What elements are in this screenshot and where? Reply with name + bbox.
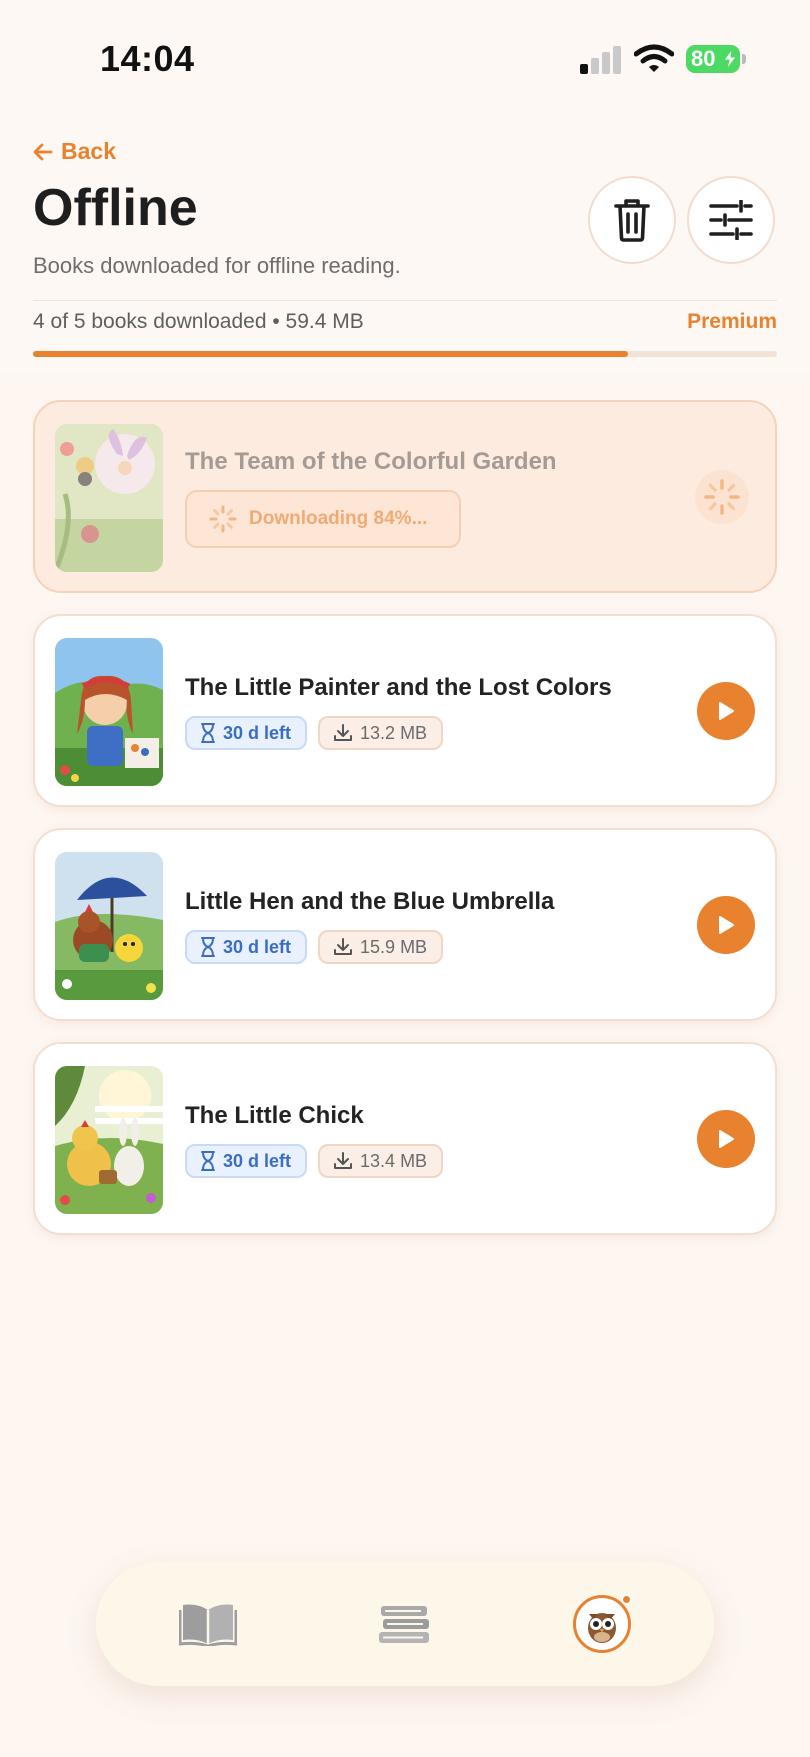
play-icon <box>719 1130 734 1148</box>
plan-badge[interactable]: Premium <box>687 310 777 334</box>
storage-progress-fill <box>33 351 629 357</box>
download-status-text: Downloading 84%... <box>249 508 428 529</box>
back-label: Back <box>61 138 116 164</box>
expiry-tag: 30 d left <box>185 1144 308 1178</box>
book-cover <box>55 852 163 1000</box>
play-button[interactable] <box>697 682 755 740</box>
size-tag: 13.4 MB <box>318 1144 444 1178</box>
storage-summary: 4 of 5 books downloaded • 59.4 MB <box>33 310 364 333</box>
book-cover <box>55 1066 163 1214</box>
book-open-icon <box>179 1604 237 1646</box>
back-button[interactable]: Back <box>33 138 116 165</box>
book-cover <box>55 424 163 572</box>
book-card[interactable]: The Little Painter and the Lost Colors 3… <box>33 614 777 807</box>
download-icon <box>334 938 353 955</box>
status-time: 14:04 <box>100 38 195 79</box>
expiry-tag: 30 d left <box>185 930 308 964</box>
arrow-left-icon <box>33 143 53 160</box>
play-icon <box>719 702 734 720</box>
book-tags: 30 d left 13.4 MB <box>185 1144 444 1178</box>
header-divider <box>33 300 777 301</box>
book-title: The Little Chick <box>185 1102 364 1129</box>
download-icon <box>334 1152 353 1169</box>
size-tag: 15.9 MB <box>318 930 444 964</box>
hourglass-icon <box>201 723 215 743</box>
battery-indicator: 80 <box>686 45 746 73</box>
page-title: Offline <box>33 179 198 237</box>
play-icon <box>719 916 734 934</box>
sliders-icon <box>709 200 753 240</box>
download-status-chip: Downloading 84%... <box>185 490 461 548</box>
charging-bolt-icon <box>723 49 737 69</box>
play-button[interactable] <box>697 896 755 954</box>
trash-icon <box>614 199 650 242</box>
notification-dot <box>621 1594 632 1605</box>
wifi-icon <box>634 44 674 72</box>
book-tags: 30 d left 13.2 MB <box>185 716 444 750</box>
hourglass-icon <box>201 1151 215 1171</box>
size-text: 13.2 MB <box>360 722 428 743</box>
book-title: Little Hen and the Blue Umbrella <box>185 888 555 915</box>
page-subtitle: Books downloaded for offline reading. <box>33 253 401 278</box>
status-bar: 14:04 80 <box>0 0 810 110</box>
expiry-text: 30 d left <box>223 722 292 743</box>
nav-read[interactable] <box>174 1590 242 1658</box>
expiry-text: 30 d left <box>223 936 292 957</box>
play-button[interactable] <box>697 1110 755 1168</box>
book-title: The Little Painter and the Lost Colors <box>185 674 612 701</box>
loading-spinner-icon <box>209 505 237 533</box>
bottom-navigation <box>96 1562 714 1686</box>
nav-library[interactable] <box>371 1590 439 1658</box>
size-tag: 13.2 MB <box>318 716 444 750</box>
books-stack-icon <box>379 1606 429 1643</box>
download-progress-spinner <box>695 470 749 524</box>
storage-progress-bar <box>33 351 777 357</box>
hourglass-icon <box>201 937 215 957</box>
book-card[interactable]: Little Hen and the Blue Umbrella 30 d le… <box>33 828 777 1021</box>
size-text: 13.4 MB <box>360 1150 428 1171</box>
book-tags: 30 d left 15.9 MB <box>185 930 444 964</box>
download-icon <box>334 724 353 741</box>
cellular-signal-icon <box>580 44 622 74</box>
loading-spinner-icon <box>704 479 740 515</box>
book-cover <box>55 638 163 786</box>
downloading-book-card[interactable]: The Team of the Colorful Garden Download… <box>33 400 777 593</box>
book-card[interactable]: The Little Chick 30 d left 13.4 MB <box>33 1042 777 1235</box>
filter-settings-button[interactable] <box>687 176 775 264</box>
size-text: 15.9 MB <box>360 936 428 957</box>
nav-profile[interactable] <box>568 1590 636 1658</box>
delete-all-button[interactable] <box>588 176 676 264</box>
expiry-tag: 30 d left <box>185 716 308 750</box>
book-title: The Team of the Colorful Garden <box>185 448 557 475</box>
expiry-text: 30 d left <box>223 1150 292 1171</box>
battery-level: 80 <box>691 46 716 71</box>
